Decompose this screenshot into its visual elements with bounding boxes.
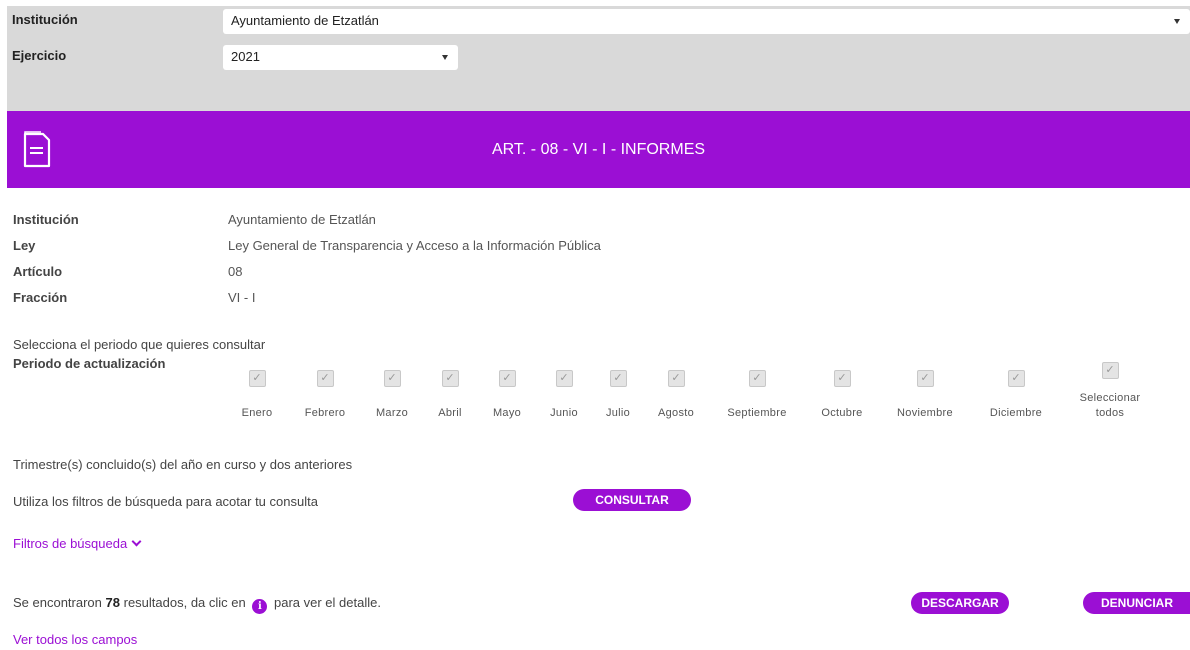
chevron-down-icon [442,55,448,60]
filter-panel: Institución Ayuntamiento de Etzatlán Eje… [7,6,1190,111]
check-icon[interactable]: ✓ [555,370,573,387]
month-julio[interactable]: ✓ Julio [598,370,638,419]
check-icon[interactable]: ✓ [1101,362,1119,379]
check-icon[interactable]: ✓ [498,370,516,387]
month-noviembre[interactable]: ✓ Noviembre [885,370,965,419]
search-filters-toggle[interactable]: Filtros de búsqueda [13,536,142,551]
month-agosto[interactable]: ✓ Agosto [648,370,704,419]
info-label-ley: Ley [13,238,36,253]
info-icon: i [252,599,268,614]
month-mayo[interactable]: ✓ Mayo [484,370,530,419]
chevron-down-icon [131,536,142,547]
check-icon[interactable]: ✓ [833,370,851,387]
select-all-months[interactable]: ✓ Seleccionar todos [1068,362,1152,421]
month-marzo[interactable]: ✓ Marzo [367,370,417,419]
check-icon[interactable]: ✓ [248,370,266,387]
info-value-fraccion: VI - I [228,290,256,305]
info-label-articulo: Artículo [13,264,63,279]
month-junio[interactable]: ✓ Junio [544,370,584,419]
info-value-articulo: 08 [228,264,243,279]
month-diciembre[interactable]: ✓ Diciembre [978,370,1054,419]
period-label: Periodo de actualización [13,356,166,371]
results-summary: Se encontraron 78 resultados, da clic en… [13,595,381,614]
page-title: ART. - 08 - VI - I - INFORMES [491,141,706,158]
month-octubre[interactable]: ✓ Octubre [810,370,874,419]
descargar-button[interactable]: DESCARGAR [911,592,1009,614]
check-icon[interactable]: ✓ [916,370,934,387]
ejercicio-filter-label: Ejercicio [12,48,67,63]
month-febrero[interactable]: ✓ Febrero [295,370,355,419]
institucion-select-value: Ayuntamiento de Etzatlán [231,13,379,28]
month-abril[interactable]: ✓ Abril [430,370,470,419]
ejercicio-select[interactable]: 2021 [223,45,458,70]
month-septiembre[interactable]: ✓ Septiembre [715,370,799,419]
check-icon[interactable]: ✓ [441,370,459,387]
check-icon[interactable]: ✓ [1007,370,1025,387]
ejercicio-select-value: 2021 [231,49,260,64]
check-icon[interactable]: ✓ [667,370,685,387]
denunciar-button[interactable]: DENUNCIAR [1083,592,1190,614]
consultar-button[interactable]: CONSULTAR [573,489,691,511]
info-value-institucion: Ayuntamiento de Etzatlán [228,212,376,227]
info-label-institucion: Institución [13,212,79,227]
info-label-fraccion: Fracción [13,290,68,305]
period-prompt: Selecciona el periodo que quieres consul… [13,337,266,352]
month-enero[interactable]: ✓ Enero [232,370,282,419]
results-count: 78 [105,595,120,610]
filters-hint: Utiliza los filtros de búsqueda para aco… [13,494,318,509]
info-value-ley: Ley General de Transparencia y Acceso a … [228,238,601,253]
check-icon[interactable]: ✓ [748,370,766,387]
check-icon[interactable]: ✓ [609,370,627,387]
check-icon[interactable]: ✓ [383,370,401,387]
chevron-down-icon [1174,19,1180,24]
trimestres-note: Trimestre(s) concluido(s) del año en cur… [13,457,353,472]
institucion-filter-label: Institución [12,12,78,27]
check-icon[interactable]: ✓ [316,370,334,387]
institucion-select[interactable]: Ayuntamiento de Etzatlán [223,9,1190,34]
ver-todos-campos-link[interactable]: Ver todos los campos [13,632,137,647]
section-banner: ART. - 08 - VI - I - INFORMES [7,111,1190,188]
